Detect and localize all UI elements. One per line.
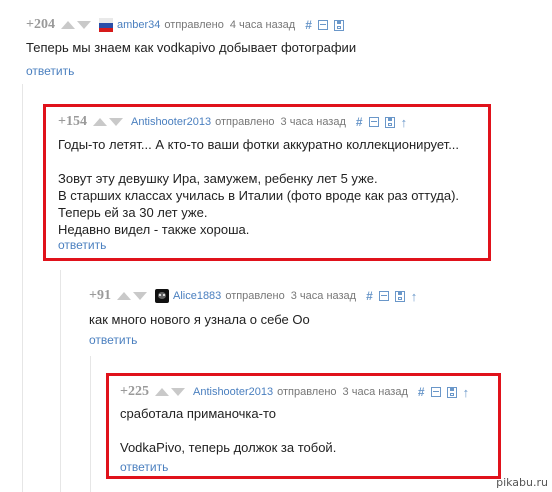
comment-header: +225 Antishooter2013 отправлено 3 часа н…	[120, 383, 469, 401]
comment-author[interactable]: amber34	[117, 19, 160, 31]
posted-label: отправлено	[277, 386, 337, 398]
comment-rating: +204	[26, 17, 55, 32]
hash-icon[interactable]: #	[305, 18, 312, 32]
arrow-up-icon[interactable]: ↑	[411, 289, 418, 304]
comment-header: +204 amber34 отправлено 4 часа назад #	[26, 16, 350, 34]
vote-down-icon[interactable]	[132, 292, 147, 300]
comment-rating: +154	[58, 114, 87, 129]
comment: +225 Antishooter2013 отправлено 3 часа н…	[120, 383, 500, 477]
comment-text-line: Зовут эту девушку Ира, замужем, ребенку …	[58, 171, 378, 186]
hash-icon[interactable]: #	[356, 115, 363, 129]
comment-header: +154 Antishooter2013 отправлено 3 часа н…	[58, 113, 407, 131]
collapse-icon[interactable]	[368, 117, 379, 127]
comment-text-line: Теперь мы знаем как vodkapivo добывает ф…	[26, 40, 357, 55]
thread-line	[90, 356, 91, 492]
comment-time[interactable]: 3 часа назад	[291, 290, 356, 302]
comment-text-line: В старших классах училась в Италии (фото…	[58, 188, 460, 203]
comment-text-line: Теперь ей за 30 лет уже.	[58, 205, 208, 220]
comment-author[interactable]: Antishooter2013	[131, 116, 211, 128]
vote-up-icon[interactable]	[116, 292, 131, 300]
reply-link[interactable]: ответить	[89, 333, 137, 347]
collapse-icon[interactable]	[430, 387, 441, 397]
comment-header: +91 Alice1883 отправлено 3 часа назад # …	[89, 287, 417, 305]
avatar[interactable]	[98, 18, 113, 32]
comment-body: сработала приманочка-то VodkaPivo, тепер…	[120, 405, 336, 456]
comment-text-line: как много нового я узнала о себе Оо	[89, 312, 310, 327]
comment-time[interactable]: 3 часа назад	[281, 116, 346, 128]
comment-time[interactable]: 4 часа назад	[230, 19, 295, 31]
thread-line	[22, 84, 23, 492]
vote-up-icon[interactable]	[92, 118, 107, 126]
reply-link[interactable]: ответить	[58, 238, 106, 252]
vote-down-icon[interactable]	[76, 21, 91, 29]
comment-text-line: сработала приманочка-то	[120, 406, 276, 421]
reply-link[interactable]: ответить	[26, 64, 74, 78]
comment-rating: +91	[89, 288, 111, 303]
save-icon[interactable]	[384, 116, 395, 128]
comment-time[interactable]: 3 часа назад	[343, 386, 408, 398]
posted-label: отправлено	[225, 290, 285, 302]
comment: +91 Alice1883 отправлено 3 часа назад # …	[89, 287, 509, 349]
arrow-up-icon[interactable]: ↑	[463, 385, 470, 400]
comment-author[interactable]: Alice1883	[173, 290, 221, 302]
vote-up-icon[interactable]	[60, 21, 75, 29]
site-watermark: pikabu.ru	[496, 476, 548, 489]
posted-label: отправлено	[215, 116, 275, 128]
save-icon[interactable]	[394, 290, 405, 302]
save-icon[interactable]	[446, 386, 457, 398]
comment-body: как много нового я узнала о себе Оо	[89, 311, 310, 328]
comment-text-line: VodkaPivo, теперь должок за тобой.	[120, 440, 337, 455]
vote-down-icon[interactable]	[108, 118, 123, 126]
thread-line	[60, 270, 61, 492]
comment-text-line: Годы-то летят... А кто-то ваши фотки акк…	[58, 137, 460, 152]
hash-icon[interactable]: #	[366, 289, 373, 303]
comment-text-line	[120, 422, 336, 439]
arrow-up-icon[interactable]: ↑	[401, 115, 408, 130]
comment-rating: +225	[120, 384, 149, 399]
hash-icon[interactable]: #	[418, 385, 425, 399]
reply-link[interactable]: ответить	[120, 460, 168, 474]
comment-body: Теперь мы знаем как vodkapivo добывает ф…	[26, 39, 356, 56]
comment-author[interactable]: Antishooter2013	[193, 386, 273, 398]
vote-up-icon[interactable]	[154, 388, 169, 396]
comment-text-line: Недавно видел - также хороша.	[58, 222, 250, 237]
comment: +204 amber34 отправлено 4 часа назад # Т…	[26, 16, 536, 86]
collapse-icon[interactable]	[317, 20, 328, 30]
comment-body: Годы-то летят... А кто-то ваши фотки акк…	[58, 136, 459, 238]
vote-down-icon[interactable]	[170, 388, 185, 396]
posted-label: отправлено	[164, 19, 224, 31]
comment: +154 Antishooter2013 отправлено 3 часа н…	[58, 113, 488, 258]
comment-text-line	[58, 153, 459, 170]
avatar[interactable]	[154, 289, 169, 303]
save-icon[interactable]	[333, 19, 344, 31]
collapse-icon[interactable]	[378, 291, 389, 301]
